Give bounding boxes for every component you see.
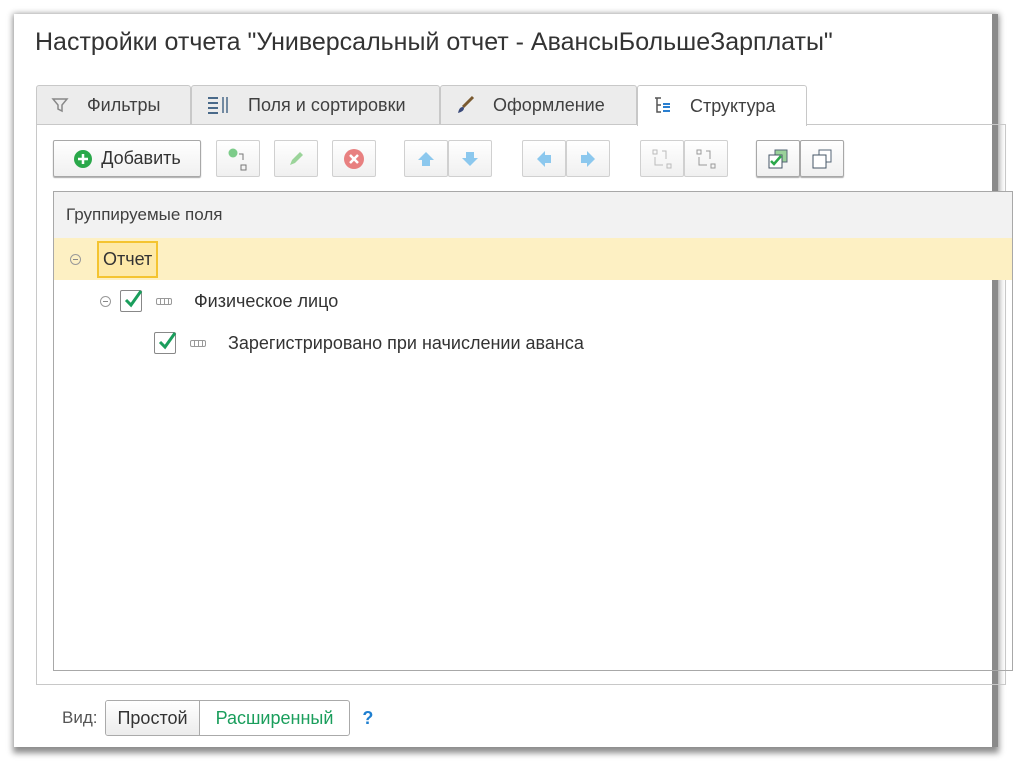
tree-row-label: Отчет — [97, 240, 159, 278]
tab-structure[interactable]: Структура — [637, 85, 807, 126]
group-button[interactable] — [640, 140, 684, 177]
view-simple-button[interactable]: Простой — [106, 701, 200, 735]
tab-appearance[interactable]: Оформление — [440, 85, 637, 124]
fields-sort-icon — [208, 97, 228, 114]
add-group-button[interactable] — [216, 140, 260, 177]
arrow-right-icon — [581, 150, 595, 167]
uncheck-all-button[interactable] — [800, 140, 844, 177]
tab-label: Поля и сортировки — [248, 94, 406, 115]
filter-icon — [51, 98, 69, 113]
view-segmented-control: Простой Расширенный — [105, 700, 351, 736]
view-switch: Вид: Простой Расширенный ? — [62, 700, 373, 736]
arrow-left-icon — [537, 150, 551, 167]
help-link[interactable]: ? — [362, 708, 373, 729]
checkbox[interactable] — [120, 290, 143, 312]
tree-row-advance[interactable]: Зарегистрировано при начислении аванса — [54, 322, 1012, 364]
check-all-icon — [768, 149, 788, 168]
move-down-button[interactable] — [448, 140, 492, 177]
move-up-button[interactable] — [404, 140, 448, 177]
field-icon — [190, 339, 206, 347]
view-extended-button[interactable]: Расширенный — [200, 701, 350, 735]
tab-label: Фильтры — [87, 94, 161, 115]
move-right-button[interactable] — [566, 140, 610, 177]
grouping-fields-tree: Группируемые поля Отчет Физическое лицо … — [53, 191, 1013, 671]
tree-row-report[interactable]: Отчет — [54, 238, 1012, 280]
column-header: Группируемые поля — [54, 192, 1012, 239]
add-group-icon — [228, 148, 247, 170]
collapse-icon[interactable] — [100, 295, 111, 307]
group-icon — [652, 149, 672, 168]
tab-fields-sorting[interactable]: Поля и сортировки — [191, 85, 440, 124]
field-icon — [156, 297, 172, 305]
tab-label: Оформление — [493, 94, 605, 115]
ungroup-button[interactable] — [684, 140, 728, 177]
uncheck-all-icon — [812, 149, 832, 168]
collapse-icon[interactable] — [70, 253, 81, 265]
brush-icon — [458, 95, 475, 113]
check-all-button[interactable] — [756, 140, 800, 177]
edit-button[interactable] — [274, 140, 318, 177]
plus-circle-icon — [74, 149, 93, 168]
checkbox[interactable] — [154, 332, 177, 354]
structure-icon — [655, 97, 670, 113]
delete-button[interactable] — [332, 140, 376, 177]
tree-row-label: Зарегистрировано при начислении аванса — [228, 332, 584, 353]
tree-row-person[interactable]: Физическое лицо — [54, 280, 1012, 322]
page-title: Настройки отчета "Универсальный отчет - … — [35, 28, 833, 56]
move-left-button[interactable] — [522, 140, 566, 177]
add-button[interactable]: Добавить — [53, 140, 201, 177]
tree-row-label: Физическое лицо — [194, 290, 339, 311]
delete-icon — [344, 148, 364, 169]
view-label: Вид: — [62, 708, 98, 727]
ungroup-icon — [696, 149, 716, 168]
arrow-up-icon — [418, 151, 434, 166]
arrow-down-icon — [462, 151, 478, 166]
tab-filters[interactable]: Фильтры — [36, 85, 191, 124]
pencil-icon — [290, 151, 303, 165]
add-button-label: Добавить — [101, 148, 181, 168]
tab-label: Структура — [690, 95, 776, 116]
